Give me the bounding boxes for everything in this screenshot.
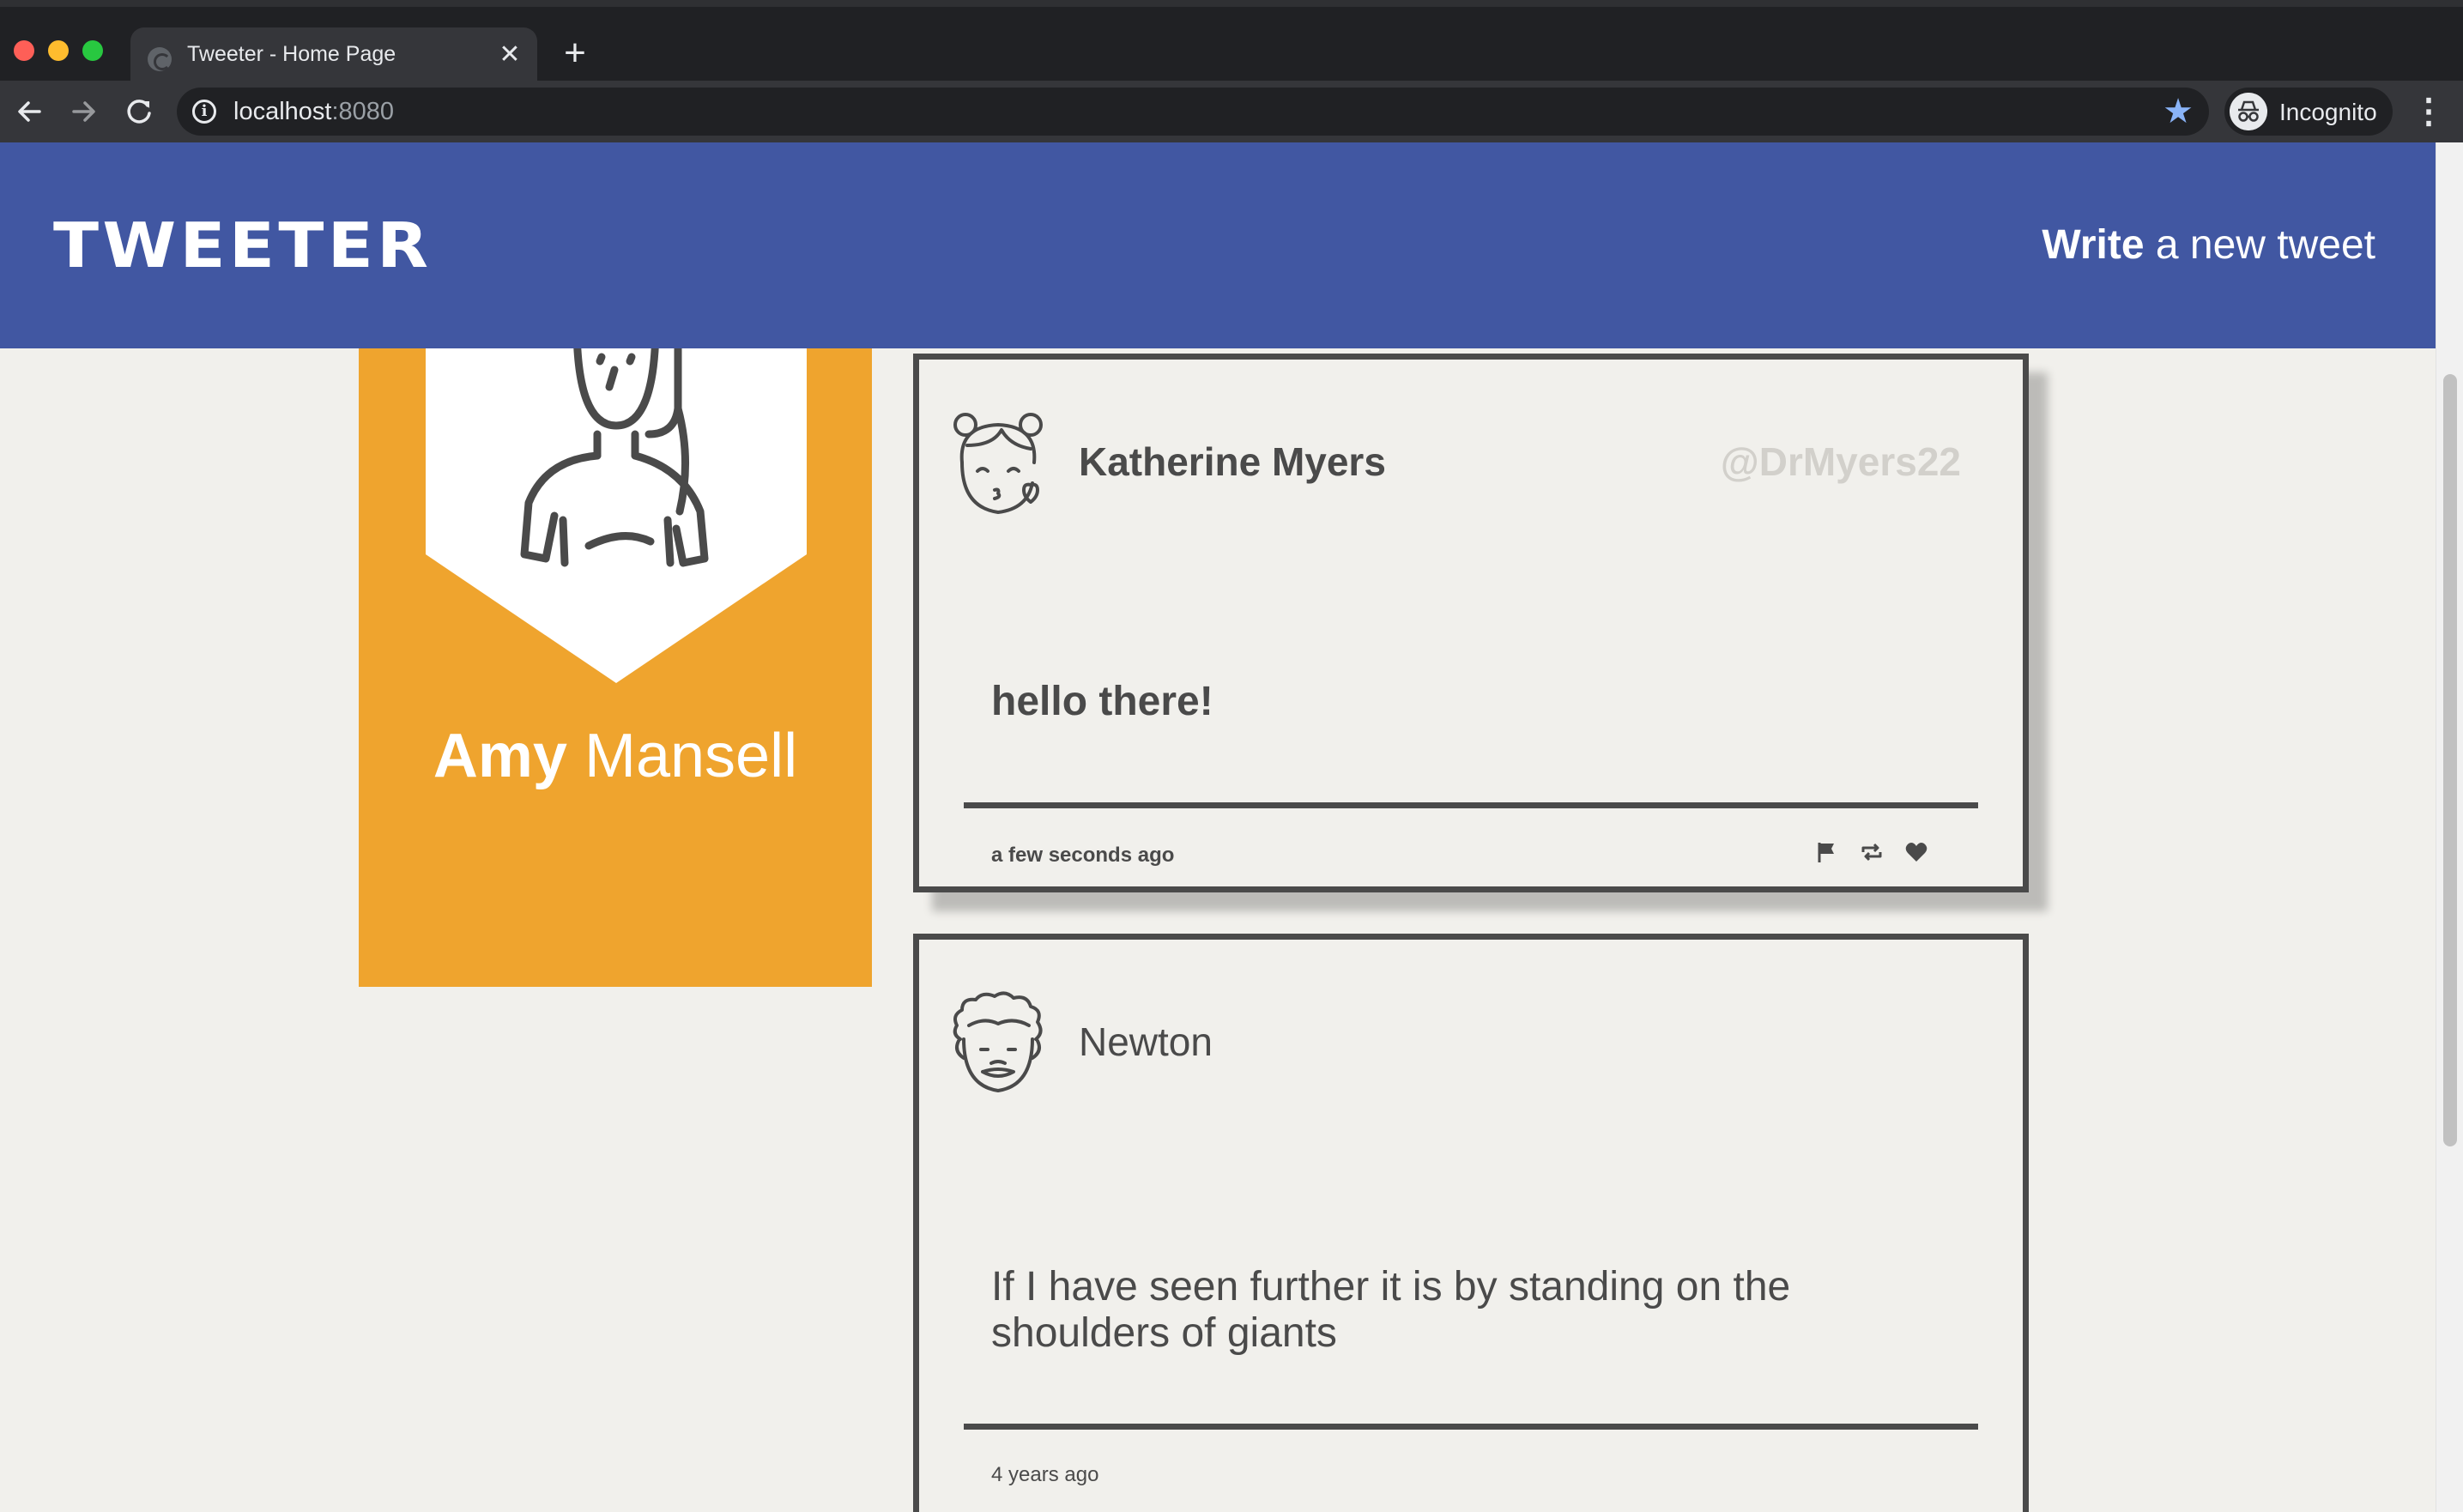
tweet-body: If I have seen further it is by standing…: [991, 1264, 1791, 1356]
address-bar[interactable]: i localhost:8080 ★: [177, 88, 2209, 136]
flag-icon[interactable]: [1815, 840, 1839, 864]
user-profile-card: Amy Mansell: [359, 305, 872, 987]
profile-label: Incognito: [2279, 99, 2377, 125]
tweet-card: Newton If I have seen further it is by s…: [913, 934, 2029, 1512]
bookmark-star-icon[interactable]: ★: [2163, 93, 2194, 130]
tweet-body: hello there!: [991, 679, 1213, 724]
browser-toolbar: i localhost:8080 ★ Incognito ⋮: [0, 81, 2463, 142]
incognito-profile-button[interactable]: Incognito: [2224, 88, 2393, 136]
info-icon[interactable]: i: [192, 100, 216, 124]
browser-tab[interactable]: Tweeter - Home Page ✕: [130, 27, 537, 88]
tweet-author-name[interactable]: Katherine Myers: [1079, 438, 1386, 485]
back-arrow-icon[interactable]: [10, 93, 48, 130]
url-text: localhost:8080: [233, 98, 395, 125]
girl-kiss-avatar-icon: [953, 413, 1043, 514]
forward-arrow-icon[interactable]: [65, 93, 103, 130]
site-logo[interactable]: TWEETER: [53, 209, 432, 281]
reload-icon[interactable]: [120, 93, 158, 130]
profile-name: Amy Mansell: [433, 722, 798, 790]
retweet-icon[interactable]: [1860, 840, 1884, 864]
maximize-window-button[interactable]: [82, 40, 103, 61]
tweet-author-name[interactable]: Newton: [1079, 1019, 1213, 1065]
tweet-divider: [964, 1424, 1978, 1430]
tab-title: Tweeter - Home Page: [187, 42, 396, 66]
tweet-divider: [964, 802, 1978, 808]
close-window-button[interactable]: [14, 40, 34, 61]
tweet-timestamp: a few seconds ago: [991, 844, 1175, 867]
tweet-card: Katherine Myers @DrMyers22 hello there! …: [913, 354, 2029, 892]
globe-icon: [148, 47, 172, 71]
write-tweet-link[interactable]: Write a new tweet: [2042, 221, 2375, 269]
browser-menu-icon[interactable]: ⋮: [2412, 89, 2446, 134]
site-header: TWEETER Write a new tweet: [0, 142, 2436, 348]
tweet-timestamp: 4 years ago: [991, 1463, 1099, 1486]
incognito-icon: [2230, 93, 2267, 130]
tab-close-icon[interactable]: ✕: [494, 39, 525, 70]
tweet-author-handle[interactable]: @DrMyers22: [1721, 438, 1961, 485]
page-scrollbar[interactable]: [2436, 142, 2463, 1512]
browser-tab-strip: Tweeter - Home Page ✕ +: [0, 0, 2463, 88]
scrollbar-thumb[interactable]: [2443, 374, 2457, 1146]
new-tab-button[interactable]: +: [556, 34, 594, 74]
page-viewport: TWEETER Write a new tweet Amy Mansell Ka…: [0, 142, 2463, 1512]
minimize-window-button[interactable]: [48, 40, 69, 61]
heart-icon[interactable]: [1904, 840, 1928, 864]
tweet-actions: [1815, 840, 1928, 864]
woman-avatar-icon: [426, 305, 807, 683]
curly-hair-man-avatar-icon: [953, 991, 1043, 1092]
